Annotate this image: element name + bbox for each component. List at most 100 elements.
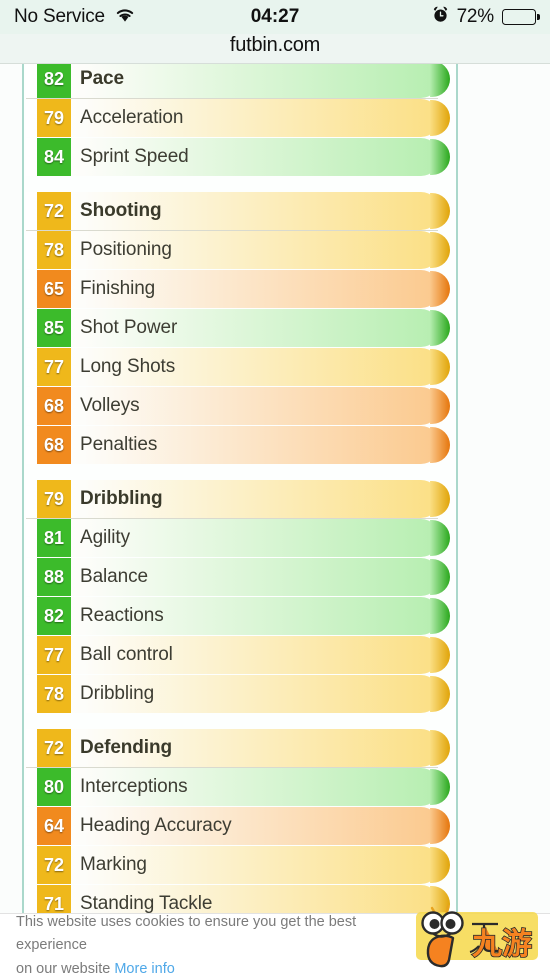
stat-label: Pace	[80, 68, 124, 89]
stat-value-badge: 72	[37, 729, 71, 767]
status-bar: No Service 04:27 72%	[0, 0, 550, 34]
stat-value-badge: 82	[37, 64, 71, 98]
stat-row[interactable]: 77 Long Shots	[24, 348, 456, 386]
stat-group: 82 Pace 79 Acceleration 84 Sprint Speed	[24, 64, 456, 176]
battery-icon	[502, 9, 540, 25]
player-stats-list: 82 Pace 79 Acceleration 84 Sprint Speed 72 Shoo…	[24, 64, 456, 923]
stat-value-badge: 77	[37, 348, 71, 386]
stat-value-badge: 81	[37, 519, 71, 557]
stat-value-badge: 65	[37, 270, 71, 308]
stat-group: 72 Shooting 78 Positioning 65 Finishing 85 Shot…	[24, 192, 456, 464]
cookie-banner-text: This website uses cookies to ensure you …	[16, 911, 386, 978]
stat-bar-cap	[430, 64, 450, 97]
stat-row[interactable]: 64 Heading Accuracy	[24, 807, 456, 845]
stat-row[interactable]: 77 Ball control	[24, 636, 456, 674]
stat-bar-cap	[430, 232, 450, 268]
stat-bar-cap	[430, 676, 450, 712]
stat-label: Sprint Speed	[80, 146, 189, 167]
stat-bar-cap	[430, 310, 450, 346]
stat-value-badge: 68	[37, 426, 71, 464]
stat-value-badge: 85	[37, 309, 71, 347]
stat-label: Defending	[80, 737, 172, 758]
url-label[interactable]: futbin.com	[230, 34, 320, 57]
stat-label: Marking	[80, 854, 147, 875]
stat-bar-cap	[430, 100, 450, 136]
stat-label: Reactions	[80, 605, 164, 626]
stat-row[interactable]: 78 Positioning	[24, 231, 456, 269]
stat-bar-cap	[430, 139, 450, 175]
stat-label: Shooting	[80, 200, 162, 221]
stat-bar-cap	[430, 388, 450, 424]
stat-value-badge: 78	[37, 231, 71, 269]
stat-row[interactable]: 65 Finishing	[24, 270, 456, 308]
stat-row[interactable]: 85 Shot Power	[24, 309, 456, 347]
battery-percent-label: 72%	[456, 6, 495, 27]
status-bar-right: 72%	[275, 6, 540, 28]
stat-value-badge: 84	[37, 138, 71, 176]
stat-value-badge: 68	[37, 387, 71, 425]
stat-row[interactable]: 72 Marking	[24, 846, 456, 884]
carrier-label: No Service	[14, 6, 105, 27]
stat-bar-cap	[430, 520, 450, 556]
stat-label: Agility	[80, 527, 130, 548]
stat-group: 79 Dribbling 81 Agility 88 Balance 82 Reactions…	[24, 480, 456, 713]
stat-value-badge: 64	[37, 807, 71, 845]
stat-value-badge: 72	[37, 846, 71, 884]
stat-row[interactable]: 81 Agility	[24, 519, 456, 557]
stat-row[interactable]: 79 Acceleration	[24, 99, 456, 137]
stat-label: Volleys	[80, 395, 140, 416]
stat-label: Long Shots	[80, 356, 176, 377]
stat-label: Penalties	[80, 434, 158, 455]
stat-bar-cap	[430, 598, 450, 634]
stat-label: Interceptions	[80, 776, 188, 797]
stat-bar-cap	[430, 481, 450, 517]
stat-bar-cap	[430, 730, 450, 766]
stat-value-badge: 79	[37, 99, 71, 137]
stat-group: 72 Defending 80 Interceptions 64 Heading Accu…	[24, 729, 456, 923]
stat-bar-cap	[430, 349, 450, 385]
nine-game-logo: 九游	[416, 902, 546, 976]
stat-bar-cap	[430, 808, 450, 844]
stat-value-badge: 80	[37, 768, 71, 806]
stat-value-badge: 77	[37, 636, 71, 674]
stat-value-badge: 88	[37, 558, 71, 596]
stat-bar-cap	[430, 193, 450, 229]
stat-bar-cap	[430, 637, 450, 673]
stat-group-header-row[interactable]: 72 Shooting	[24, 192, 456, 231]
cookie-line-1: This website uses cookies to ensure you …	[16, 913, 357, 954]
cookie-line-2-prefix: on our website	[16, 960, 115, 977]
stat-label: Positioning	[80, 239, 172, 260]
stat-bar-cap	[430, 271, 450, 307]
stat-label: Finishing	[80, 278, 156, 299]
stat-label: Balance	[80, 566, 148, 587]
status-bar-left: No Service	[14, 6, 275, 28]
stat-value-badge: 79	[37, 480, 71, 518]
stat-group-header-row[interactable]: 82 Pace	[24, 64, 456, 99]
stat-row[interactable]: 80 Interceptions	[24, 768, 456, 806]
stat-bar-cap	[430, 769, 450, 805]
stat-bar-cap	[430, 847, 450, 883]
stat-value-badge: 78	[37, 675, 71, 713]
stat-label: Dribbling	[80, 488, 163, 509]
stat-group-header-row[interactable]: 72 Defending	[24, 729, 456, 768]
stat-label: Heading Accuracy	[80, 815, 232, 836]
stat-label: Ball control	[80, 644, 173, 665]
phone-screen: No Service 04:27 72% futbin.com 82 Pace …	[0, 0, 550, 978]
stat-row[interactable]: 68 Penalties	[24, 426, 456, 464]
stat-row[interactable]: 82 Reactions	[24, 597, 456, 635]
stat-bar-cap	[430, 559, 450, 595]
stat-bar-cap	[430, 427, 450, 463]
stat-group-header-row[interactable]: 79 Dribbling	[24, 480, 456, 519]
stat-row[interactable]: 84 Sprint Speed	[24, 138, 456, 176]
stat-row[interactable]: 88 Balance	[24, 558, 456, 596]
browser-url-bar[interactable]: futbin.com	[0, 34, 550, 64]
stat-label: Acceleration	[80, 107, 184, 128]
stat-label: Dribbling	[80, 683, 155, 704]
cookie-more-info-link[interactable]: More info	[114, 961, 174, 977]
stat-value-badge: 72	[37, 192, 71, 230]
stats-panel: 82 Pace 79 Acceleration 84 Sprint Speed 72 Shoo…	[22, 64, 458, 978]
stat-row[interactable]: 78 Dribbling	[24, 675, 456, 713]
wifi-icon	[114, 6, 136, 28]
stat-row[interactable]: 68 Volleys	[24, 387, 456, 425]
stat-label: Shot Power	[80, 317, 178, 338]
